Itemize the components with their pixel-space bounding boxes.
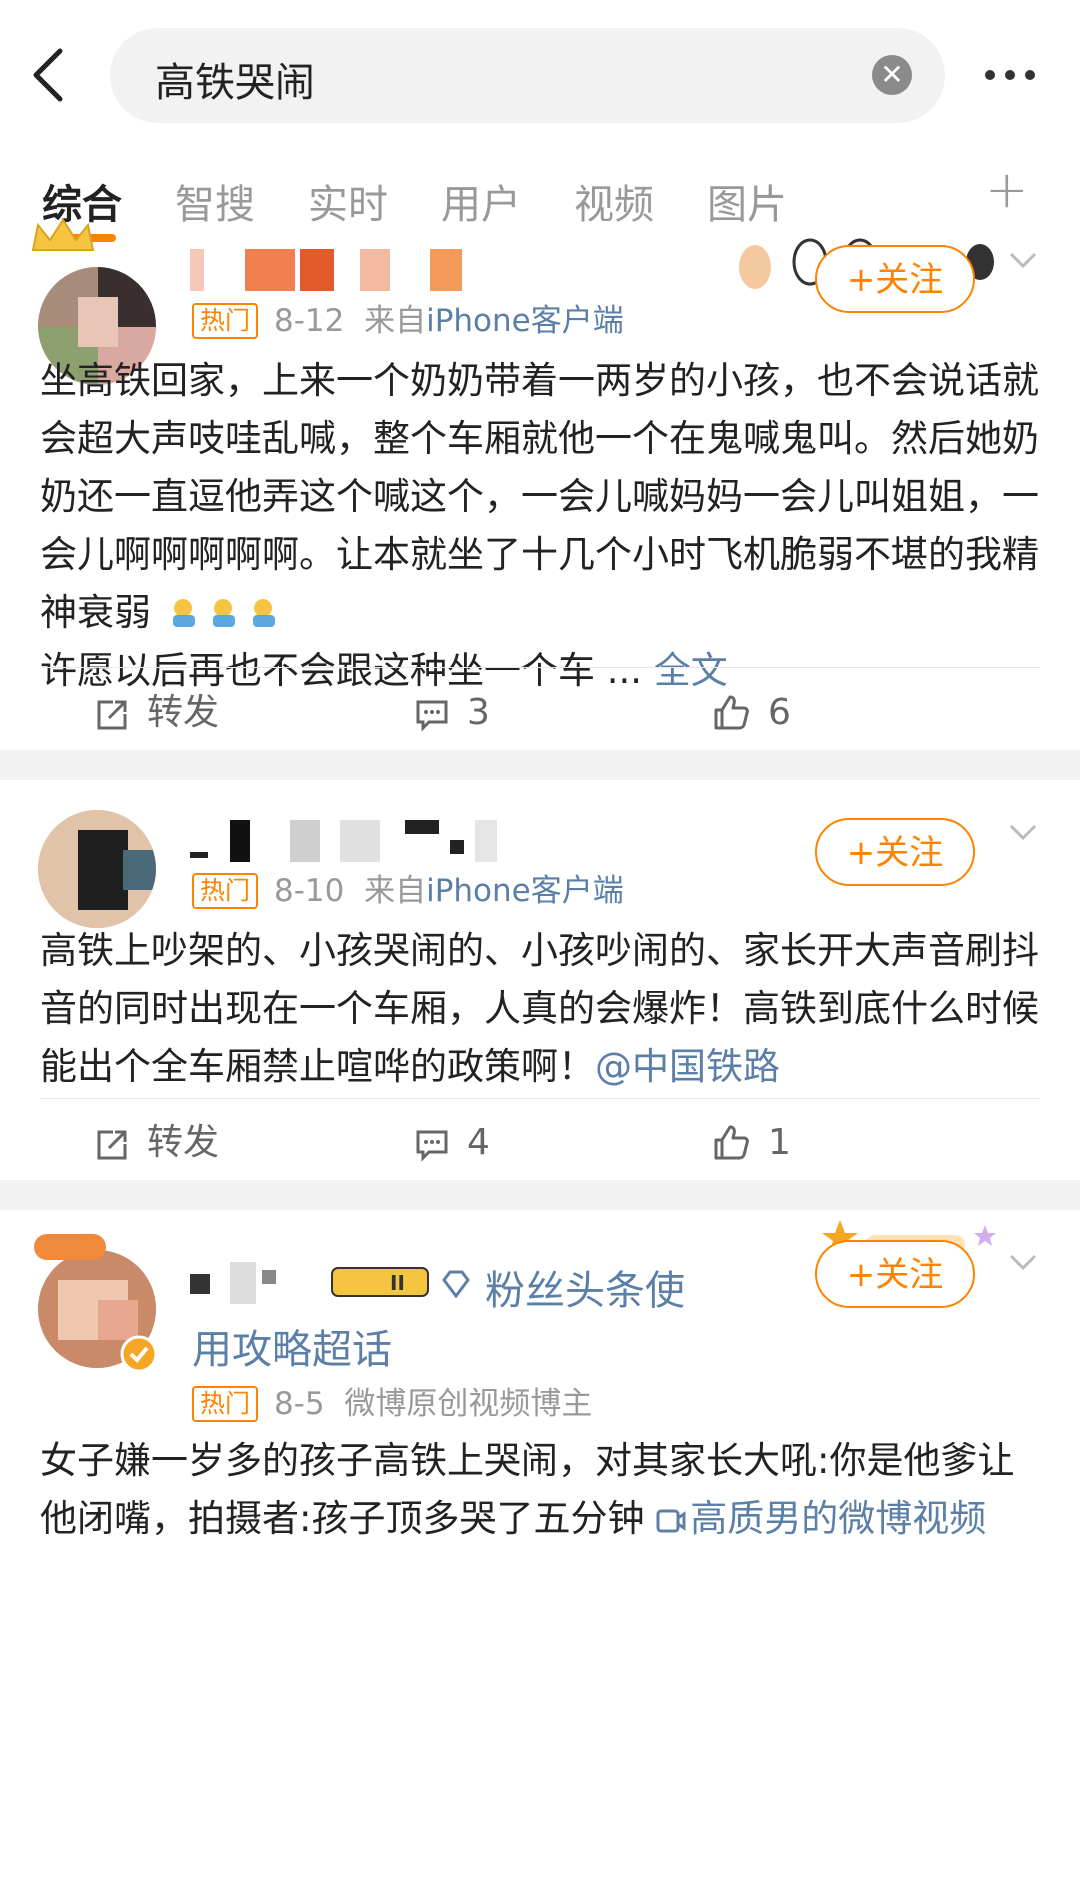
more-options-icon[interactable] — [980, 55, 1050, 95]
chevron-down-icon[interactable] — [1008, 1252, 1038, 1272]
tired-emoji-icon — [163, 591, 283, 634]
post-meta: 热门 8-12 来自iPhone客户端 — [192, 295, 624, 340]
tab-smart-search[interactable]: 智搜 — [175, 172, 255, 230]
post-meta: 热门 8-10 来自iPhone客户端 — [192, 865, 624, 910]
tab-users[interactable]: 用户 — [441, 172, 521, 230]
username-blurred[interactable] — [190, 820, 497, 862]
post-date: 8-12 — [274, 303, 345, 339]
back-icon[interactable] — [28, 45, 78, 105]
post-date: 8-5 — [274, 1386, 325, 1422]
like-count: 1 — [768, 1122, 791, 1163]
like-button[interactable]: 1 — [712, 1118, 791, 1168]
comment-count: 4 — [467, 1122, 490, 1163]
post-actions: 转发 4 1 — [0, 1100, 1080, 1180]
fan-title[interactable]: 粉丝头条使 — [485, 1258, 685, 1316]
hot-badge: 热门 — [192, 1386, 259, 1422]
divider — [40, 1098, 1040, 1099]
diamond-icon — [442, 1270, 470, 1299]
post-source: iPhone客户端 — [426, 303, 624, 339]
comment-button[interactable]: 4 — [415, 1118, 490, 1168]
post-card[interactable]: +关注 热门 8-12 来自iPhone客户端 坐高铁回家，上来一个奶奶带着一两岁… — [0, 218, 1080, 750]
tab-realtime[interactable]: 实时 — [308, 172, 388, 230]
like-icon — [714, 695, 749, 730]
chevron-down-icon[interactable] — [1008, 250, 1038, 270]
post-body[interactable]: 坐高铁回家，上来一个奶奶带着一两岁的小孩，也不会说话就会超大声吱哇乱喊，整个车厢… — [40, 352, 1040, 700]
topic-link[interactable]: 用攻略超话 — [192, 1317, 392, 1375]
like-button[interactable]: 6 — [712, 688, 791, 738]
follow-button[interactable]: +关注 — [815, 245, 975, 313]
video-link-label: 高质男的微博视频 — [690, 1497, 987, 1540]
repost-icon — [97, 700, 127, 730]
video-icon — [656, 1509, 686, 1533]
add-tab-icon[interactable]: + — [985, 160, 1029, 220]
like-icon — [714, 1125, 749, 1160]
post-source: iPhone客户端 — [426, 873, 624, 909]
post-text: 高铁上吵架的、小孩哭闹的、小孩吵闹的、家长开大声音刷抖音的同时出现在一个车厢，人… — [40, 929, 1039, 1088]
repost-icon — [97, 1130, 127, 1160]
mention-link[interactable]: @中国铁路 — [595, 1045, 780, 1088]
hot-badge: 热门 — [192, 873, 259, 909]
follow-button[interactable]: +关注 — [815, 1240, 975, 1308]
post-separator — [0, 1180, 1080, 1210]
divider — [40, 667, 1040, 668]
svg-text:II: II — [390, 1271, 405, 1295]
post-date: 8-10 — [274, 873, 345, 909]
follow-button[interactable]: +关注 — [815, 818, 975, 886]
avatar[interactable] — [38, 810, 156, 928]
post-card[interactable]: +关注 热门 8-10 来自iPhone客户端 高铁上吵架的、小孩哭闹的、小孩吵闹… — [0, 780, 1080, 1180]
avatar-badge-icon — [34, 1234, 106, 1260]
post-card[interactable]: II 粉丝头条使 用攻略超话 +关注 热门 8-5 微博原创视频博主 女子嫌一岁多… — [0, 1210, 1080, 1883]
chevron-down-icon[interactable] — [1008, 822, 1038, 842]
repost-label: 转发 — [147, 1122, 220, 1163]
hot-badge: 热门 — [192, 303, 259, 339]
username-blurred[interactable] — [190, 249, 470, 291]
crown-icon — [31, 218, 95, 251]
comment-count: 3 — [467, 692, 490, 733]
clear-icon[interactable]: ✕ — [872, 55, 912, 95]
top-bar: 高铁哭闹 ✕ — [0, 0, 1080, 150]
video-link[interactable]: 高质男的微博视频 — [656, 1497, 986, 1540]
verified-icon — [120, 1335, 158, 1373]
post-meta: 热门 8-5 微博原创视频博主 — [192, 1378, 592, 1423]
post-body[interactable]: 女子嫌一岁多的孩子高铁上哭闹，对其家长大吼:你是他爹让他闭嘴，拍摄者:孩子顶多哭… — [40, 1432, 1040, 1548]
post-body[interactable]: 高铁上吵架的、小孩哭闹的、小孩吵闹的、家长开大声音刷抖音的同时出现在一个车厢，人… — [40, 922, 1040, 1096]
search-query: 高铁哭闹 — [155, 60, 315, 106]
post-actions: 转发 3 6 — [0, 670, 1080, 750]
repost-button[interactable]: 转发 — [95, 688, 219, 738]
post-from: 来自 — [364, 303, 427, 339]
fan-level-badge-icon: II — [331, 1267, 429, 1297]
post-from: 来自 — [364, 873, 427, 909]
comment-icon — [416, 1130, 448, 1162]
username-blurred[interactable] — [190, 1262, 280, 1304]
post-separator — [0, 750, 1080, 780]
repost-label: 转发 — [147, 692, 220, 733]
comment-button[interactable]: 3 — [415, 688, 490, 738]
repost-button[interactable]: 转发 — [95, 1118, 219, 1168]
post-source: 微博原创视频博主 — [344, 1386, 593, 1422]
comment-icon — [416, 700, 448, 732]
tab-videos[interactable]: 视频 — [574, 172, 654, 230]
search-input[interactable]: 高铁哭闹 ✕ — [110, 28, 945, 123]
like-count: 6 — [768, 692, 791, 733]
